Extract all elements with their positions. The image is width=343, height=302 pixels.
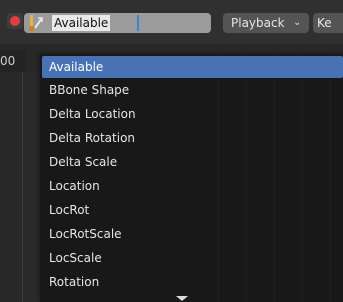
dropdown-item-label: Available: [49, 60, 104, 74]
dropdown-item-label: Rotation: [49, 275, 100, 289]
keying-set-value: Available: [52, 15, 111, 31]
dropdown-item-location[interactable]: Location: [42, 175, 343, 197]
record-dot-icon: [10, 16, 20, 26]
keying-label: Ke: [317, 16, 332, 30]
dropdown-item-label: BBone Shape: [49, 83, 130, 97]
dropdown-item-label: Delta Scale: [49, 155, 118, 169]
keying-set-icon: [29, 15, 43, 31]
frame-number-label: 00: [0, 50, 26, 72]
playback-menu-button[interactable]: Playback ⌄: [223, 13, 309, 33]
timeline-header: Available Playback ⌄ Ke: [0, 0, 343, 44]
dropdown-item-delta-scale[interactable]: Delta Scale: [42, 151, 343, 173]
auto-keying-record-button[interactable]: [7, 13, 23, 29]
scroll-down-arrow-icon[interactable]: [176, 296, 188, 301]
keying-set-field[interactable]: Available: [24, 13, 211, 33]
dropdown-item-bbone-shape[interactable]: BBone Shape: [42, 79, 343, 101]
dropdown-item-label: Location: [49, 179, 100, 193]
dropdown-item-label: Delta Location: [49, 107, 136, 121]
timeline-column: [18, 72, 40, 302]
dropdown-item-locscale[interactable]: LocScale: [42, 247, 343, 269]
dropdown-item-label: LocRot: [49, 203, 90, 217]
chevron-down-icon: ⌄: [293, 17, 302, 28]
frame-grid-line: [22, 72, 23, 302]
dropdown-item-available[interactable]: Available: [42, 56, 343, 78]
dropdown-item-label: LocRotScale: [49, 227, 122, 241]
dropdown-item-label: Delta Rotation: [49, 131, 136, 145]
dropdown-item-rotation[interactable]: Rotation: [42, 271, 343, 293]
keying-set-dropdown: Available BBone Shape Delta Location Del…: [40, 54, 343, 302]
dropdown-item-locrot[interactable]: LocRot: [42, 199, 343, 221]
dropdown-item-locrotscale[interactable]: LocRotScale: [42, 223, 343, 245]
dropdown-item-delta-rotation[interactable]: Delta Rotation: [42, 127, 343, 149]
text-caret: [137, 15, 139, 31]
playback-label: Playback: [231, 16, 285, 30]
dropdown-item-delta-location[interactable]: Delta Location: [42, 103, 343, 125]
keying-menu-button[interactable]: Ke: [313, 13, 343, 33]
dropdown-item-label: LocScale: [49, 251, 102, 265]
